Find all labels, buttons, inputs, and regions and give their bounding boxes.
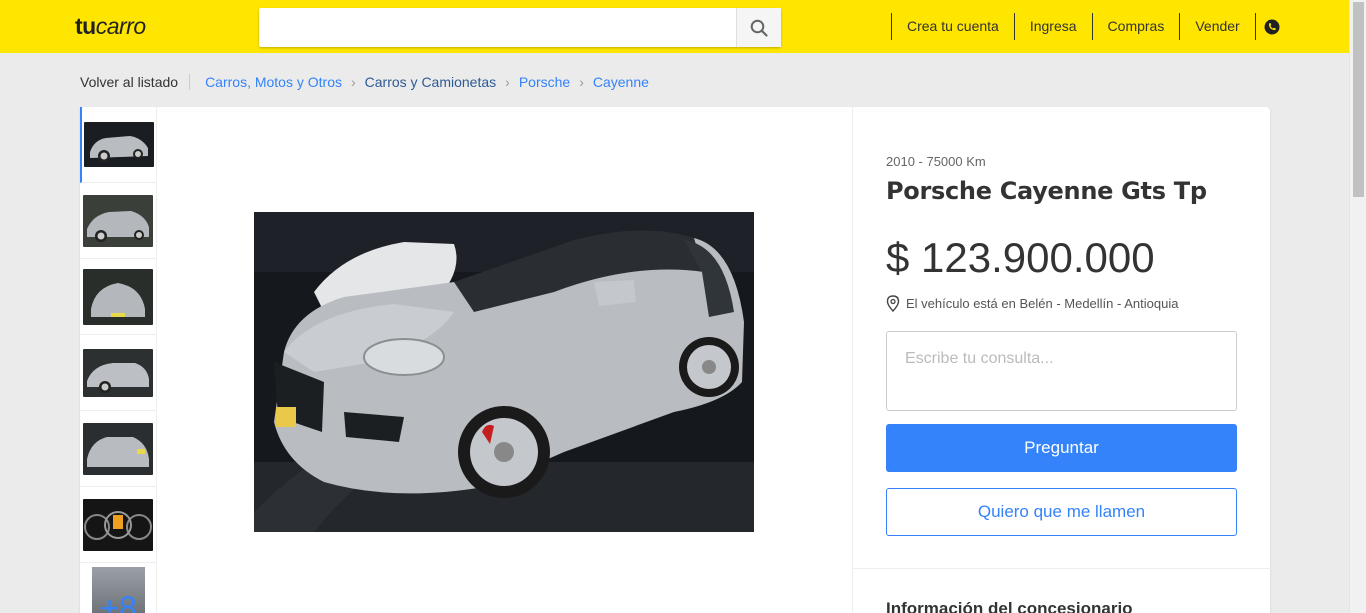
car-thumbnail-image	[83, 268, 153, 325]
listing-title: Porsche Cayenne Gts Tp	[886, 177, 1207, 205]
nav-purchases[interactable]: Compras	[1091, 13, 1180, 40]
listing-detail-panel: 2010 - 75000 Km Porsche Cayenne Gts Tp $…	[852, 107, 1271, 613]
search-input[interactable]	[259, 8, 735, 47]
section-divider	[853, 568, 1271, 569]
nav-phone-button[interactable]	[1254, 13, 1288, 40]
breadcrumb-item-cars[interactable]: Carros y Camionetas	[365, 74, 497, 90]
car-thumbnail-image	[84, 122, 154, 167]
top-header: tucarro Crea tu cuenta Ingresa Compras V…	[0, 0, 1349, 53]
dealer-info-heading: Información del concesionario	[886, 599, 1133, 613]
breadcrumb-item-brand[interactable]: Porsche	[519, 74, 570, 90]
chevron-right-icon: ›	[579, 74, 584, 90]
question-input[interactable]	[886, 331, 1237, 411]
thumbnail-2[interactable]	[80, 183, 156, 259]
logo-bold-text: tu	[75, 13, 96, 39]
chevron-right-icon: ›	[505, 74, 510, 90]
location-pin-icon	[886, 295, 900, 312]
thumbnail-5[interactable]	[80, 411, 156, 487]
tucarro-logo[interactable]: tucarro	[75, 13, 146, 40]
thumbnail-strip: +8	[80, 107, 157, 613]
thumbnail-3[interactable]	[80, 259, 156, 335]
chevron-right-icon: ›	[350, 74, 356, 90]
car-thumbnail-image	[83, 194, 153, 247]
logo-rest-text: carro	[95, 13, 146, 39]
year-mileage: 2010 - 75000 Km	[886, 154, 986, 169]
listing-card: +8 2010 - 75000 Km Porsche Cayenne Gts T…	[80, 107, 1271, 613]
vehicle-location: El vehículo está en Belén - Medellín - A…	[886, 295, 1178, 312]
car-main-image	[254, 212, 754, 532]
breadcrumb-item-model[interactable]: Cayenne	[593, 74, 649, 90]
breadcrumb: Volver al listado Carros, Motos y Otros …	[80, 72, 649, 92]
search-icon	[750, 19, 768, 37]
location-text: El vehículo está en Belén - Medellín - A…	[906, 296, 1179, 311]
car-thumbnail-image	[83, 422, 153, 475]
nav-sell[interactable]: Vender	[1179, 13, 1254, 40]
breadcrumb-item-vehicles[interactable]: Carros, Motos y Otros	[205, 74, 342, 90]
main-photo[interactable]	[254, 212, 754, 532]
thumbnail-1[interactable]	[80, 107, 156, 183]
car-thumbnail-image	[83, 348, 153, 397]
more-photos-button[interactable]: +8	[92, 567, 145, 613]
nav-create-account[interactable]: Crea tu cuenta	[891, 13, 1014, 40]
page-scrollbar[interactable]	[1349, 0, 1366, 613]
header-nav: Crea tu cuenta Ingresa Compras Vender	[891, 13, 1288, 40]
dashboard-thumbnail-image	[83, 498, 153, 551]
search-button[interactable]	[736, 8, 781, 47]
ask-button[interactable]: Preguntar	[886, 424, 1237, 472]
listing-price: $ 123.900.000	[886, 234, 1155, 281]
search-bar	[259, 8, 781, 47]
back-to-list-link[interactable]: Volver al listado	[80, 74, 191, 90]
scrollbar-thumb[interactable]	[1353, 2, 1364, 197]
thumbnail-6[interactable]	[80, 487, 156, 563]
request-call-button[interactable]: Quiero que me llamen	[886, 488, 1237, 536]
thumbnail-4[interactable]	[80, 335, 156, 411]
phone-icon	[1264, 19, 1280, 34]
nav-login[interactable]: Ingresa	[1013, 13, 1092, 40]
